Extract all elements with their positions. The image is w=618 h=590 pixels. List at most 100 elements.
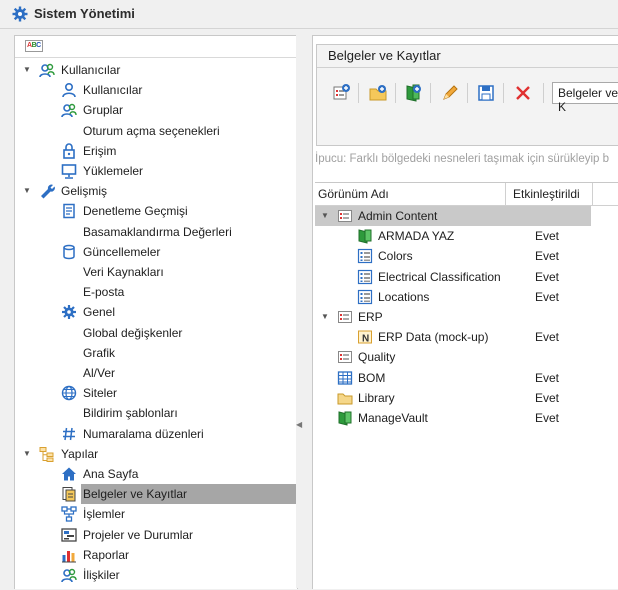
tree-item-label: Global değişkenler <box>83 325 183 340</box>
globe-icon <box>61 385 77 401</box>
toolbar-divider <box>430 83 431 103</box>
enabled-value: Evet <box>535 411 560 425</box>
toolbar-divider <box>467 83 468 103</box>
view-selector-value: Belgeler ve K <box>558 86 618 114</box>
tree-item-label: Kullanıcılar <box>83 83 143 98</box>
tree-item-label: Raporlar <box>83 547 130 562</box>
home-icon <box>61 466 77 482</box>
hint-text: İpucu: Farklı bölgedeki nesneleri taşıma… <box>315 153 610 165</box>
tree-item-label: Kullanıcılar <box>61 63 121 77</box>
grid-row-admin-content[interactable]: ▼ Admin Content <box>315 206 591 226</box>
enabled-value: Evet <box>535 249 560 264</box>
workflow-icon <box>61 506 77 523</box>
database-icon <box>61 244 77 260</box>
view-name: ARMADA YAZ <box>378 229 455 244</box>
grid-row-colors[interactable]: Colors Evet <box>315 246 618 266</box>
delete-icon[interactable] <box>512 82 534 104</box>
folder-view-icon <box>337 349 353 365</box>
wrench-icon <box>39 183 55 199</box>
tree-item-label: İlişkiler <box>83 568 120 582</box>
grid-row-armada-yaz[interactable]: ARMADA YAZ Evet <box>315 226 618 246</box>
column-divider[interactable] <box>592 183 593 205</box>
vault-icon <box>357 228 373 244</box>
enabled-value: Evet <box>535 370 560 385</box>
grid-row-library[interactable]: Library Evet <box>315 388 618 408</box>
vault-icon <box>337 410 353 426</box>
grid-row-electrical-classification[interactable]: Electrical Classification Evet <box>315 267 618 287</box>
gear-icon <box>12 6 28 22</box>
group-divider <box>317 67 618 68</box>
collapse-arrow-icon[interactable]: ▼ <box>23 444 33 464</box>
enabled-value: Evet <box>535 289 560 304</box>
view-selector-dropdown[interactable]: Belgeler ve K <box>552 82 618 114</box>
column-header-view-name[interactable]: Görünüm Adı <box>318 187 389 201</box>
add-item-icon[interactable] <box>402 82 424 104</box>
view-name: ERP <box>358 310 383 324</box>
enabled-value: Evet <box>535 330 560 345</box>
tree-item-label: Belgeler ve Kayıtlar <box>81 484 297 505</box>
lock-icon <box>61 143 77 159</box>
view-name: ManageVault <box>358 411 428 425</box>
navigation-panel: ABC ▼ Kullanıcılar Kullanıcılar Gruplar Otur… <box>14 35 298 589</box>
grid-row-bom[interactable]: BOM Evet <box>315 368 618 388</box>
column-divider[interactable] <box>505 183 506 205</box>
hash-icon <box>61 426 77 442</box>
tree-item-label: Gelişmiş <box>61 184 108 199</box>
folder-view-icon <box>337 309 353 325</box>
audit-icon <box>61 203 77 219</box>
list-view-icon <box>357 289 373 305</box>
collapse-arrow-icon[interactable]: ▼ <box>321 307 329 327</box>
view-name: BOM <box>358 370 386 385</box>
window-title: Sistem Yönetimi <box>34 6 135 21</box>
collapse-arrow-icon[interactable]: ▼ <box>23 60 33 80</box>
toolbar-divider <box>543 83 544 103</box>
users-icon <box>39 62 55 78</box>
view-name: Library <box>358 390 395 405</box>
projects-icon <box>61 527 77 543</box>
tree-item-label: Erişim <box>83 143 117 158</box>
enabled-value: Evet <box>535 269 560 284</box>
tree-item-label: Ana Sayfa <box>83 467 139 481</box>
abc-filter-icon[interactable]: ABC <box>25 40 43 52</box>
column-header-enabled[interactable]: Etkinleştirildi <box>513 187 580 201</box>
tree-item-label: Basamaklandırma Değerleri <box>83 224 232 239</box>
grid-row-erp-data-mock-up[interactable]: N ERP Data (mock-up) Evet <box>315 327 618 347</box>
panel-splitter[interactable]: ◀ <box>296 35 312 588</box>
relations-icon <box>61 567 77 583</box>
tree-item-label: Veri Kaynakları <box>83 265 164 279</box>
folder-icon <box>337 390 353 406</box>
save-icon[interactable] <box>475 82 497 104</box>
toolbar-divider <box>503 83 504 103</box>
monitor-icon <box>61 163 77 179</box>
content-panel: Belgeler ve Kayıtlar Belgeler ve K İpucu… <box>312 35 618 589</box>
documents-group: Belgeler ve Kayıtlar Belgeler ve K <box>316 44 618 146</box>
gear-icon <box>61 304 77 320</box>
group-icon <box>61 102 77 118</box>
tree-item-label: Projeler ve Durumlar <box>83 527 194 542</box>
toolbar-divider <box>358 83 359 103</box>
grid-header: Görünüm Adı Etkinleştirildi <box>315 183 618 206</box>
edit-icon[interactable] <box>439 82 461 104</box>
tree-item-label: Oturum açma seçenekleri <box>83 123 220 138</box>
new-view-icon[interactable] <box>330 82 352 104</box>
chart-icon <box>61 547 77 563</box>
tree-item-label: Yapılar <box>61 446 99 461</box>
tree-filter-row[interactable]: ABC <box>15 36 297 58</box>
grid-row-erp[interactable]: ▼ ERP <box>315 307 618 327</box>
view-name: ERP Data (mock-up) <box>378 330 489 345</box>
collapse-arrow-icon[interactable]: ▼ <box>23 181 33 201</box>
tree-item-label: E-posta <box>83 285 125 300</box>
erp-icon: N <box>357 329 373 345</box>
grid-row-managevault[interactable]: ManageVault Evet <box>315 408 618 428</box>
tree-item-label: İşlemler <box>83 507 126 522</box>
grid-row-quality[interactable]: Quality <box>315 347 618 367</box>
new-folder-icon[interactable] <box>367 82 389 104</box>
tree-item-label: Genel <box>83 305 116 320</box>
structure-icon <box>39 446 55 462</box>
view-name: Electrical Classification <box>378 269 501 284</box>
tree-item-label: Al/Ver <box>83 366 116 380</box>
collapse-left-icon[interactable]: ◀ <box>296 420 302 429</box>
collapse-arrow-icon[interactable]: ▼ <box>321 206 329 226</box>
grid-row-locations[interactable]: Locations Evet <box>315 287 618 307</box>
folder-view-icon <box>337 208 353 224</box>
